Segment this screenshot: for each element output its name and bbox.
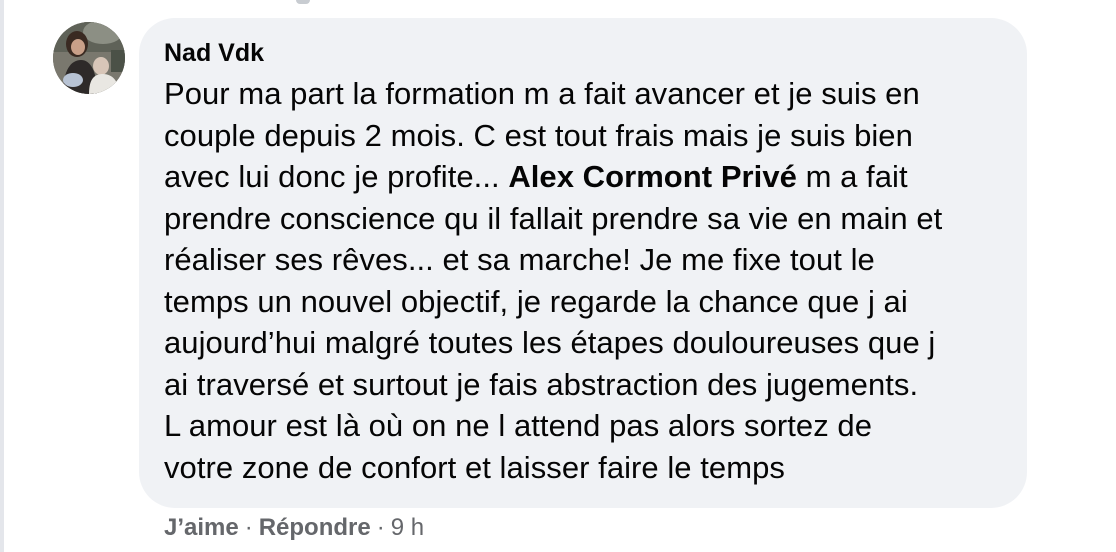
avatar[interactable]: [53, 22, 125, 94]
comment-actions: J’aime · Répondre · 9 h: [164, 512, 424, 544]
comment-line: L amour est là où on ne l attend pas alo…: [164, 408, 872, 443]
comment-line: temps un nouvel objectif, je regarde la …: [164, 283, 908, 319]
comment-bubble: Nad Vdk Pour ma part la formation m a fa…: [139, 18, 1027, 508]
comment-text: Pour ma part la formation m a fait avanc…: [164, 73, 1003, 488]
comment-line: aujourd’hui malgré toutes les étapes dou…: [164, 325, 936, 360]
reply-button[interactable]: Répondre: [259, 514, 371, 541]
comment-line-segment: avec lui donc je profite...: [164, 159, 509, 194]
separator: ·: [376, 514, 385, 541]
previous-comment-fragment: [296, 0, 310, 4]
thread-connector-line: [0, 0, 4, 552]
comment-timestamp[interactable]: 9 h: [391, 514, 424, 541]
mention-link[interactable]: Alex Cormont Privé: [508, 159, 797, 194]
like-button[interactable]: J’aime: [164, 514, 239, 541]
profile-photo-icon: [53, 22, 125, 94]
comment-line: ai traversé et surtout je fais abstracti…: [164, 366, 919, 402]
comment-line: Pour ma part la formation m a fait avanc…: [164, 76, 920, 111]
comment-author[interactable]: Nad Vdk: [164, 38, 264, 68]
separator: ·: [244, 514, 253, 541]
comment-line: votre zone de confort et laisser faire l…: [164, 449, 785, 485]
comment-line: avec lui donc je profite... Alex Cormont…: [164, 156, 1003, 198]
comment-line: prendre conscience qu il fallait prendre…: [164, 200, 943, 236]
comment-line-segment: m a fait: [796, 159, 908, 194]
comment-line: réaliser ses rêves... et sa marche! Je m…: [164, 242, 875, 277]
comment-line: couple depuis 2 mois. C est tout frais m…: [164, 117, 913, 153]
